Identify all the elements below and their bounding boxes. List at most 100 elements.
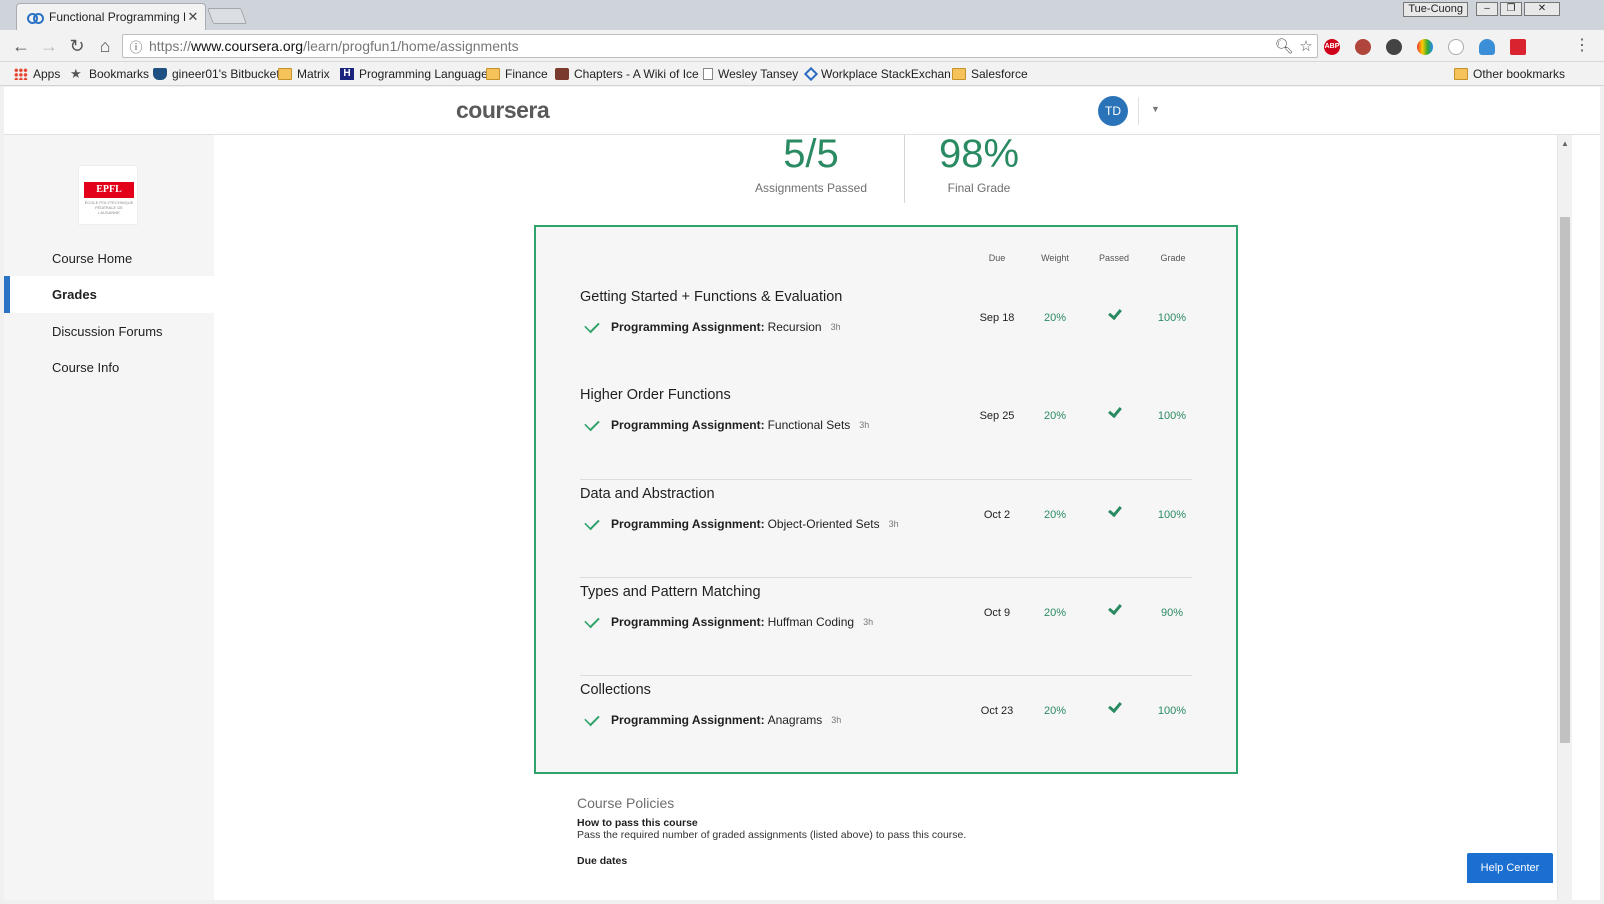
bookmarks-bar: Apps ★ Bookmarks gineer01's Bitbucket Mat… — [0, 62, 1604, 86]
module-title[interactable]: Data and Abstraction — [580, 486, 715, 502]
profile-name[interactable]: Tue-Cuong — [1403, 2, 1468, 17]
bookmark-bookmarks[interactable]: ★ Bookmarks — [70, 67, 149, 81]
star-icon: ★ — [70, 66, 82, 81]
tab-close-icon[interactable]: ✕ — [185, 9, 201, 25]
assignment-name: Object-Oriented Sets — [767, 517, 880, 531]
course-policies: Course Policies How to pass this course … — [577, 795, 1277, 867]
scrollbar-thumb[interactable] — [1560, 217, 1570, 743]
url-text[interactable]: https://www.coursera.org/learn/progfun1/… — [149, 38, 1273, 54]
bookmark-matrix[interactable]: Matrix — [278, 67, 330, 81]
column-header-grade: Grade — [1160, 253, 1186, 263]
forward-icon[interactable]: → — [38, 36, 60, 58]
coursera-logo[interactable]: coursera — [456, 97, 550, 124]
bookmark-apps[interactable]: Apps — [14, 67, 60, 81]
completed-check-icon — [584, 514, 600, 530]
browser-window: Functional Programming Pri ✕ Tue-Cuong –… — [0, 0, 1604, 904]
scroll-up-icon[interactable]: ▲ — [1561, 139, 1569, 148]
due-date: Sep 25 — [979, 410, 1015, 422]
module-title[interactable]: Types and Pattern Matching — [580, 584, 761, 600]
folder-icon — [952, 68, 966, 80]
grades-table: Due Weight Passed Grade Getting Started … — [534, 225, 1238, 774]
minimize-icon[interactable]: – — [1476, 2, 1498, 16]
sidebar-item-discussion-forums[interactable]: Discussion Forums — [4, 313, 214, 350]
help-center-button[interactable]: Help Center — [1467, 853, 1553, 883]
folder-icon — [1454, 68, 1468, 80]
sidebar-item-course-home[interactable]: Course Home — [4, 240, 214, 277]
window-close-icon[interactable]: ✕ — [1524, 2, 1560, 16]
bookmark-wesley-tansey[interactable]: Wesley Tansey — [703, 67, 798, 81]
bookmark-star-icon[interactable]: ☆ — [1295, 37, 1317, 55]
extension-tomato-icon[interactable] — [1355, 39, 1371, 55]
module-title[interactable]: Getting Started + Functions & Evaluation — [580, 289, 842, 305]
site-info-icon[interactable]: ⓘ — [123, 37, 149, 56]
assignment-name: Anagrams — [767, 713, 823, 727]
bookmark-bitbucket[interactable]: gineer01's Bitbucket — [153, 67, 280, 81]
extension-rainbow-icon[interactable] — [1417, 39, 1433, 55]
assignment-type: Programming Assignment: — [611, 517, 765, 531]
browser-menu-icon[interactable]: ⋮ — [1574, 36, 1590, 56]
tab-strip: Functional Programming Pri ✕ Tue-Cuong –… — [0, 0, 1604, 30]
cloud-icon[interactable] — [1479, 39, 1495, 55]
module-title[interactable]: Collections — [580, 682, 651, 698]
bookmark-finance[interactable]: Finance — [486, 67, 548, 81]
reload-icon[interactable]: ↻ — [66, 36, 88, 58]
assignment-link[interactable]: Programming Assignment: Functional Sets 3h — [580, 415, 870, 432]
module-row: Collections Programming Assignment: Anagra… — [580, 675, 1192, 773]
grades-main: 5/5 Assignments Passed 98% Final Grade D… — [214, 135, 1557, 900]
module-row: Types and Pattern Matching Programming As… — [580, 577, 1192, 675]
epfl-logo[interactable]: EPFL ÉCOLE POLYTECHNIQUE FÉDÉRALE DE LAU… — [78, 165, 138, 225]
page-icon — [703, 68, 713, 80]
assignments-passed-stat: 5/5 Assignments Passed — [748, 135, 874, 195]
bookmark-salesforce[interactable]: Salesforce — [952, 67, 1028, 81]
assignment-type: Programming Assignment: — [611, 418, 765, 432]
address-bar[interactable]: ⓘ https://www.coursera.org/learn/progfun… — [122, 34, 1318, 58]
sidebar-item-grades[interactable]: Grades — [4, 276, 214, 313]
sidebar-item-course-info[interactable]: Course Info — [4, 349, 214, 386]
extension-lastpass-icon[interactable] — [1510, 39, 1526, 55]
weight-value: 20% — [1043, 410, 1067, 422]
how-to-pass-title: How to pass this course — [577, 817, 698, 829]
assignments-passed-label: Assignments Passed — [754, 181, 868, 195]
evernote-icon[interactable] — [1386, 39, 1402, 55]
header-divider — [1138, 97, 1139, 125]
assignment-link[interactable]: Programming Assignment: Object-Oriented S… — [580, 514, 899, 531]
due-date: Oct 9 — [983, 607, 1011, 619]
bookmark-other[interactable]: Other bookmarks — [1454, 67, 1565, 81]
bookmark-wiki-ice[interactable]: Chapters - A Wiki of Ice — [555, 67, 699, 81]
assignments-passed-value: 5/5 — [783, 135, 839, 176]
passed-check-icon — [1108, 698, 1122, 714]
folder-icon — [486, 68, 500, 80]
assignment-link[interactable]: Programming Assignment: Huffman Coding 3h — [580, 612, 873, 629]
assignment-name: Recursion — [767, 320, 822, 334]
folder-icon — [278, 68, 292, 80]
module-title[interactable]: Higher Order Functions — [580, 387, 731, 403]
bookmark-workplace-stackexchange[interactable]: Workplace StackExchan — [803, 66, 951, 82]
restore-icon[interactable]: ❐ — [1500, 2, 1522, 16]
summary-divider — [904, 135, 905, 203]
due-date: Sep 18 — [979, 312, 1015, 324]
column-header-due: Due — [988, 253, 1006, 263]
back-icon[interactable]: ← — [10, 36, 32, 58]
chevron-down-icon[interactable]: ▼ — [1151, 104, 1160, 114]
final-grade-stat: 98% Final Grade — [924, 135, 1034, 195]
adblock-icon[interactable]: ABP — [1324, 39, 1340, 55]
avatar[interactable]: TD — [1098, 96, 1128, 126]
zoom-icon[interactable]: 🔍︎ — [1273, 37, 1295, 55]
final-grade-label: Final Grade — [947, 181, 1011, 195]
assignment-name: Functional Sets — [767, 418, 851, 432]
bookmark-programming-languages[interactable]: H Programming Language: — [340, 67, 491, 81]
assignment-link[interactable]: Programming Assignment: Recursion 3h — [580, 317, 841, 334]
assignment-duration: 3h — [859, 420, 870, 430]
browser-tab[interactable]: Functional Programming Pri ✕ — [16, 3, 206, 30]
assignment-link[interactable]: Programming Assignment: Anagrams 3h — [580, 710, 842, 727]
final-grade-value: 98% — [938, 135, 1020, 176]
page-scrollbar[interactable]: ▲ — [1557, 135, 1572, 900]
home-icon[interactable]: ⌂ — [94, 36, 116, 58]
assignment-duration: 3h — [831, 715, 842, 725]
coursera-favicon-icon — [27, 12, 44, 24]
grade-value: 90% — [1160, 607, 1184, 619]
new-tab-button[interactable] — [207, 8, 247, 24]
extension-circle-icon[interactable] — [1448, 39, 1464, 55]
weight-value: 20% — [1043, 705, 1067, 717]
assignment-type: Programming Assignment: — [611, 320, 765, 334]
